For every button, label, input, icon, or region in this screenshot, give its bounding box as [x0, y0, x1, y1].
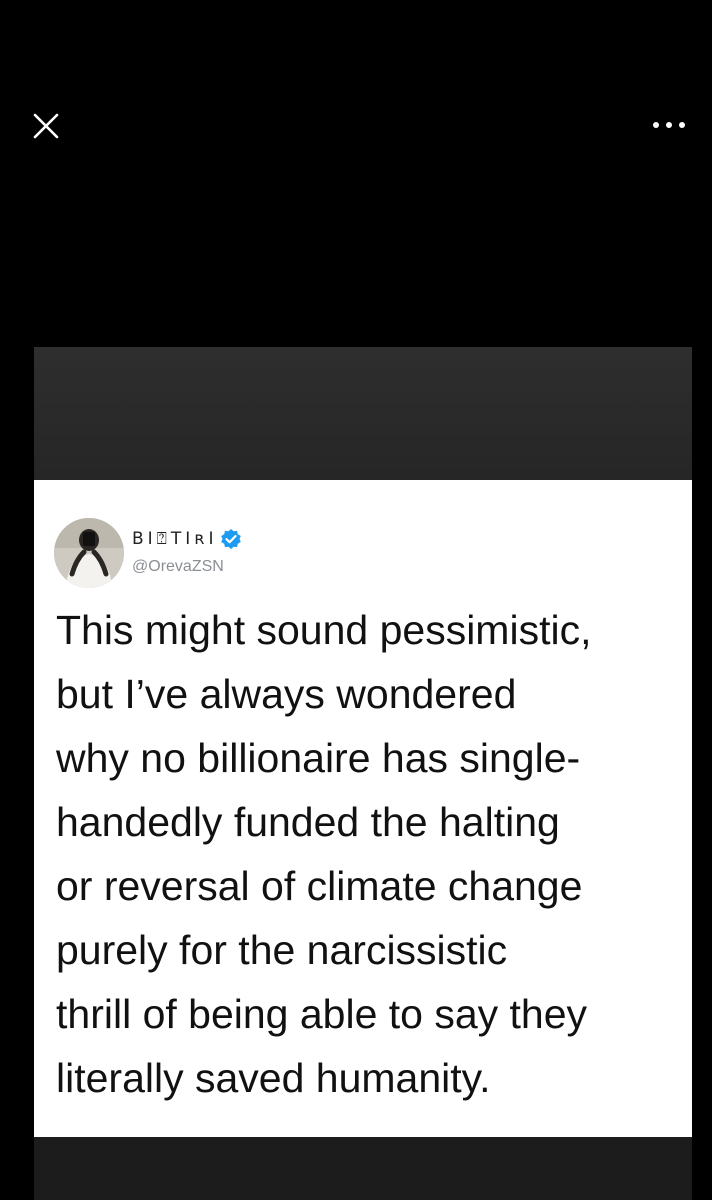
- tweet-card: BI⍰TIʀI @OrevaZSN This might sound pessi…: [34, 480, 692, 1137]
- tweet-text-line: but I’ve always wondered: [56, 671, 517, 717]
- user-name-row: BI⍰TIʀI: [132, 526, 242, 552]
- photo-background-bottom: [34, 1137, 692, 1200]
- user-handle: @OrevaZSN: [132, 558, 224, 575]
- tweet-text-line: purely for the narcissistic: [56, 927, 508, 973]
- photo-background-top: [34, 347, 692, 480]
- avatar: [54, 518, 124, 588]
- tweet-text-line: thrill of being able to say they: [56, 991, 588, 1037]
- user-display-name: BI⍰TIʀI: [132, 529, 218, 549]
- close-icon: [33, 113, 59, 139]
- tweet-text-line: literally saved humanity.: [56, 1055, 491, 1101]
- tweet-text: This might sound pessimistic, but I’ve a…: [56, 598, 686, 1110]
- photo-of-tweet[interactable]: BI⍰TIʀI @OrevaZSN This might sound pessi…: [34, 347, 692, 1200]
- more-options-button[interactable]: [644, 110, 694, 140]
- avatar-image: [54, 518, 124, 588]
- close-button[interactable]: [26, 106, 66, 146]
- tweet-text-line: handedly funded the halting: [56, 799, 560, 845]
- more-options-icon: [653, 122, 685, 128]
- tweet-text-line: why no billionaire has single-: [56, 735, 581, 781]
- tweet-text-line: or reversal of climate change: [56, 863, 583, 909]
- tweet-text-line: This might sound pessimistic,: [56, 607, 592, 653]
- verified-badge-icon: [220, 529, 241, 549]
- viewer-toolbar: [0, 0, 712, 200]
